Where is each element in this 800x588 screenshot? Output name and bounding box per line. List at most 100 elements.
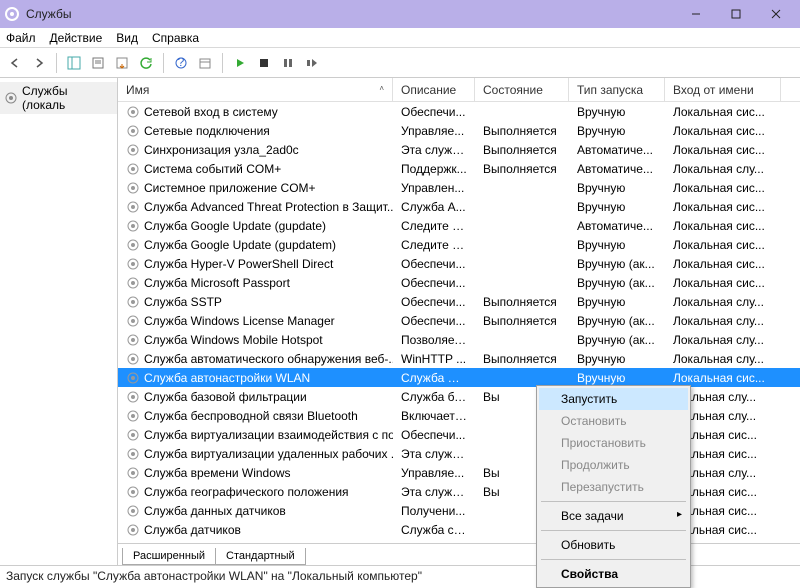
service-logon: Локальная сис... (665, 276, 781, 290)
menu-help[interactable]: Справка (152, 31, 199, 45)
service-start: Вручную (569, 238, 665, 252)
title-bar: Службы (0, 0, 800, 28)
service-desc: Эта служб... (393, 143, 475, 157)
gear-icon (4, 91, 18, 105)
list-header: Имя˄ Описание Состояние Тип запуска Вход… (118, 78, 800, 102)
ctx-resume[interactable]: Продолжить (539, 454, 688, 476)
gear-icon (126, 352, 140, 366)
service-desc: Служба ба... (393, 390, 475, 404)
service-name: Служба Hyper-V PowerShell Direct (144, 257, 333, 271)
service-name: Служба SSTP (144, 295, 222, 309)
service-start: Автоматиче... (569, 219, 665, 233)
start-service-button[interactable] (229, 52, 251, 74)
menu-view[interactable]: Вид (116, 31, 138, 45)
gear-icon (126, 428, 140, 442)
service-row[interactable]: Служба Advanced Threat Protection в Защи… (118, 197, 800, 216)
toolbar: ? (0, 48, 800, 78)
service-start: Вручную (ак... (569, 276, 665, 290)
help-button[interactable]: ? (170, 52, 192, 74)
gear-icon (126, 105, 140, 119)
pause-service-button[interactable] (277, 52, 299, 74)
menu-file[interactable]: Файл (6, 31, 36, 45)
service-row[interactable]: Служба времени WindowsУправляе...Выокаль… (118, 463, 800, 482)
service-desc: Следите за... (393, 219, 475, 233)
tab-standard[interactable]: Стандартный (215, 548, 306, 565)
service-start: Автоматиче... (569, 143, 665, 157)
service-desc: Эта служб... (393, 485, 475, 499)
tab-extended[interactable]: Расширенный (122, 548, 216, 565)
service-state: Выполняется (475, 162, 569, 176)
service-row[interactable]: Служба виртуализации взаимодействия с по… (118, 425, 800, 444)
gear-icon (126, 314, 140, 328)
ctx-pause[interactable]: Приостановить (539, 432, 688, 454)
service-name: Служба автонастройки WLAN (144, 371, 310, 385)
close-button[interactable] (756, 0, 796, 28)
col-header-logon[interactable]: Вход от имени (665, 78, 781, 101)
service-row[interactable]: Служба Hyper-V PowerShell DirectОбеспечи… (118, 254, 800, 273)
forward-button[interactable] (28, 52, 50, 74)
service-row[interactable]: Служба географического положенияЭта служ… (118, 482, 800, 501)
service-desc: Служба A... (393, 200, 475, 214)
service-desc: Управляе... (393, 124, 475, 138)
back-button[interactable] (4, 52, 26, 74)
menu-action[interactable]: Действие (50, 31, 103, 45)
calendar-button[interactable] (194, 52, 216, 74)
service-row[interactable]: Служба Windows Mobile HotspotПозволяет..… (118, 330, 800, 349)
gear-icon (126, 409, 140, 423)
properties-button[interactable] (87, 52, 109, 74)
service-row[interactable]: Сетевой вход в системуОбеспечи...Вручную… (118, 102, 800, 121)
service-start: Вручную (569, 105, 665, 119)
gear-icon (126, 124, 140, 138)
restart-service-button[interactable] (301, 52, 323, 74)
ctx-alltasks[interactable]: Все задачи▸ (539, 505, 688, 527)
tree-root-services[interactable]: Службы (локаль (0, 82, 117, 114)
stop-service-button[interactable] (253, 52, 275, 74)
service-row[interactable]: Служба базовой фильтрацииСлужба ба...Выо… (118, 387, 800, 406)
export-button[interactable] (111, 52, 133, 74)
service-logon: Локальная сис... (665, 219, 781, 233)
col-header-start[interactable]: Тип запуска (569, 78, 665, 101)
service-row[interactable]: Служба автоматического обнаружения веб-.… (118, 349, 800, 368)
service-state: Выполняется (475, 314, 569, 328)
service-row[interactable]: Служба данных датчиковПолучени...окальна… (118, 501, 800, 520)
service-start: Вручную (569, 371, 665, 385)
service-name: Служба автоматического обнаружения веб-.… (144, 352, 393, 366)
ctx-stop[interactable]: Остановить (539, 410, 688, 432)
gear-icon (126, 162, 140, 176)
service-name: Служба виртуализации удаленных рабочих .… (144, 447, 393, 461)
show-hide-tree-button[interactable] (63, 52, 85, 74)
ctx-start[interactable]: Запустить (539, 388, 688, 410)
service-row[interactable]: Служба Windows License ManagerОбеспечи..… (118, 311, 800, 330)
service-start: Автоматиче... (569, 162, 665, 176)
ctx-restart[interactable]: Перезапустить (539, 476, 688, 498)
service-desc: Позволяет... (393, 333, 475, 347)
maximize-button[interactable] (716, 0, 756, 28)
service-logon: Локальная сис... (665, 181, 781, 195)
service-row[interactable]: Синхронизация узла_2ad0cЭта служб...Выпо… (118, 140, 800, 159)
service-row[interactable]: Служба автонастройки WLANСлужба W...Вруч… (118, 368, 800, 387)
ctx-properties[interactable]: Свойства (539, 563, 688, 585)
refresh-button[interactable] (135, 52, 157, 74)
service-row[interactable]: Система событий COM+Поддержк...Выполняет… (118, 159, 800, 178)
service-row[interactable]: Служба Google Update (gupdatem)Следите з… (118, 235, 800, 254)
service-row[interactable]: Служба SSTPОбеспечи...ВыполняетсяВручную… (118, 292, 800, 311)
ctx-refresh[interactable]: Обновить (539, 534, 688, 556)
list-body[interactable]: Сетевой вход в системуОбеспечи...Вручную… (118, 102, 800, 543)
service-name: Система событий COM+ (144, 162, 281, 176)
col-header-desc[interactable]: Описание (393, 78, 475, 101)
service-logon: Локальная слу... (665, 295, 781, 309)
service-row[interactable]: Служба датчиковСлужба се...окальная сис.… (118, 520, 800, 539)
service-row[interactable]: Системное приложение COM+Управлен...Вруч… (118, 178, 800, 197)
list-pane: Имя˄ Описание Состояние Тип запуска Вход… (118, 78, 800, 565)
col-header-state[interactable]: Состояние (475, 78, 569, 101)
gear-icon (126, 200, 140, 214)
service-row[interactable]: Служба Microsoft PassportОбеспечи...Вруч… (118, 273, 800, 292)
col-header-name[interactable]: Имя˄ (118, 78, 393, 101)
service-row[interactable]: Сетевые подключенияУправляе...Выполняетс… (118, 121, 800, 140)
service-row[interactable]: Служба Google Update (gupdate)Следите за… (118, 216, 800, 235)
service-logon: Локальная слу... (665, 333, 781, 347)
minimize-button[interactable] (676, 0, 716, 28)
gear-icon (126, 257, 140, 271)
service-row[interactable]: Служба виртуализации удаленных рабочих .… (118, 444, 800, 463)
service-row[interactable]: Служба беспроводной связи BluetoothВключ… (118, 406, 800, 425)
